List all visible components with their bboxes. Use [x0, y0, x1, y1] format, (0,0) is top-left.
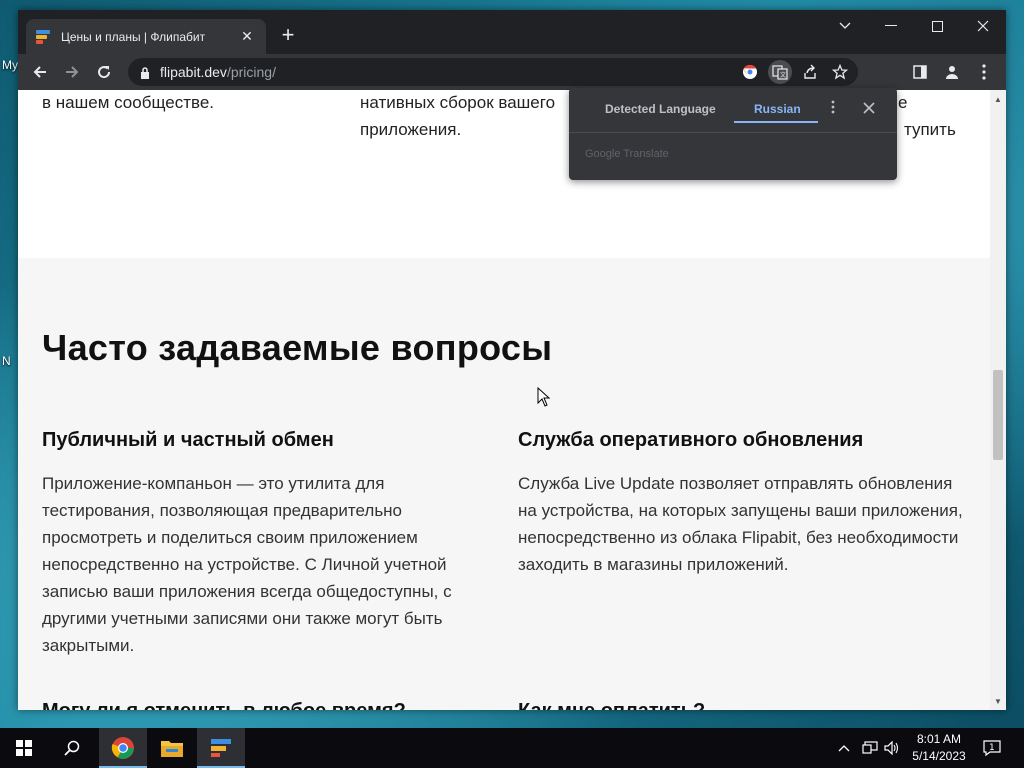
- title-bar: Цены и планы | Флипабит ✕ +: [18, 10, 1006, 54]
- feature-text-fragment: е: [898, 93, 908, 112]
- scrollbar-thumb[interactable]: [993, 370, 1003, 460]
- faq-answer: Приложение-компаньон — это утилита для т…: [42, 474, 452, 655]
- google-icon[interactable]: [738, 60, 762, 84]
- tab-search-chevron-down-icon[interactable]: [822, 10, 868, 42]
- menu-kebab-icon[interactable]: [972, 60, 996, 84]
- bookmark-star-icon[interactable]: [828, 60, 852, 84]
- page-scrollbar[interactable]: ▲ ▼: [990, 90, 1006, 710]
- tray-chevron-up-icon[interactable]: [838, 728, 854, 768]
- notification-center-icon[interactable]: 1: [982, 728, 1006, 768]
- clock-time: 8:01 AM: [916, 732, 962, 746]
- url-text: flipabit.dev/pricing/: [160, 64, 276, 80]
- faq-question: Служба оперативного обновления: [518, 429, 864, 451]
- faq-question: Как мне оплатить?: [518, 700, 705, 710]
- share-icon[interactable]: [798, 60, 822, 84]
- more-options-icon[interactable]: [831, 100, 835, 119]
- desktop-icon-label[interactable]: N: [2, 354, 11, 368]
- browser-window: Цены и планы | Флипабит ✕ + flipabit.dev…: [18, 10, 1006, 710]
- close-popup-icon[interactable]: [863, 101, 875, 119]
- flipabit-favicon-icon: [36, 29, 52, 45]
- volume-icon[interactable]: [884, 728, 900, 768]
- start-windows-icon[interactable]: [0, 728, 48, 768]
- faq-heading: Часто задаваемые вопросы: [42, 327, 553, 368]
- mouse-cursor-icon: [537, 387, 551, 407]
- active-tab-indicator: [734, 121, 818, 123]
- side-panel-icon[interactable]: [908, 60, 932, 84]
- tab-close-icon[interactable]: ✕: [238, 28, 256, 45]
- feature-text-fragment: тупить: [904, 120, 956, 139]
- network-icon[interactable]: [862, 728, 878, 768]
- browser-tab[interactable]: Цены и планы | Флипабит ✕: [26, 19, 266, 54]
- browser-toolbar: flipabit.dev/pricing/ 文: [18, 54, 1006, 90]
- reload-icon[interactable]: [92, 60, 116, 84]
- faq-question: Могу ли я отменить в любое время?: [42, 700, 406, 710]
- tab-title: Цены и планы | Флипабит: [61, 29, 206, 44]
- tab-russian[interactable]: Russian: [754, 102, 801, 116]
- clock-date: 5/14/2023: [912, 749, 966, 763]
- maximize-button[interactable]: [914, 10, 960, 42]
- address-bar[interactable]: flipabit.dev/pricing/ 文: [128, 58, 858, 86]
- forward-arrow-icon[interactable]: [60, 60, 84, 84]
- tab-detected-language[interactable]: Detected Language: [605, 102, 716, 116]
- close-window-button[interactable]: [960, 10, 1006, 42]
- google-translate-label: Google Translate: [585, 148, 669, 160]
- svg-text:1: 1: [989, 743, 995, 753]
- page-content: в нашем сообществе. нативных сборок ваше…: [18, 90, 990, 710]
- chrome-taskbar-icon[interactable]: [99, 728, 147, 768]
- feature-text-fragment: нативных сборок вашего: [360, 93, 556, 112]
- feature-text-fragment: в нашем сообществе.: [42, 93, 214, 112]
- minimize-button[interactable]: [868, 10, 914, 42]
- scroll-up-arrow-icon[interactable]: ▲: [990, 92, 1006, 106]
- profile-avatar-icon[interactable]: [940, 60, 964, 84]
- file-explorer-folder-icon[interactable]: [148, 728, 196, 768]
- lock-icon[interactable]: [140, 66, 150, 79]
- divider: [569, 132, 897, 133]
- faq-question: Публичный и частный обмен: [42, 429, 334, 451]
- translate-icon[interactable]: 文: [768, 60, 792, 84]
- translate-popup: Detected Language Russian Google Transla…: [569, 88, 897, 180]
- back-arrow-icon[interactable]: [28, 60, 52, 84]
- svg-text:文: 文: [780, 71, 786, 79]
- feature-text-fragment: приложения.: [360, 120, 462, 139]
- search-icon[interactable]: [48, 728, 96, 768]
- scroll-down-arrow-icon[interactable]: ▼: [990, 694, 1006, 708]
- taskbar: 8:01 AM 5/14/2023 1: [0, 728, 1024, 768]
- flipabit-taskbar-icon[interactable]: [197, 728, 245, 768]
- desktop-icon-label[interactable]: My: [2, 58, 18, 72]
- faq-answer: Служба Live Update позволяет отправлять …: [518, 474, 963, 574]
- new-tab-button[interactable]: +: [276, 24, 300, 46]
- clock[interactable]: 8:01 AM 5/14/2023: [904, 731, 974, 765]
